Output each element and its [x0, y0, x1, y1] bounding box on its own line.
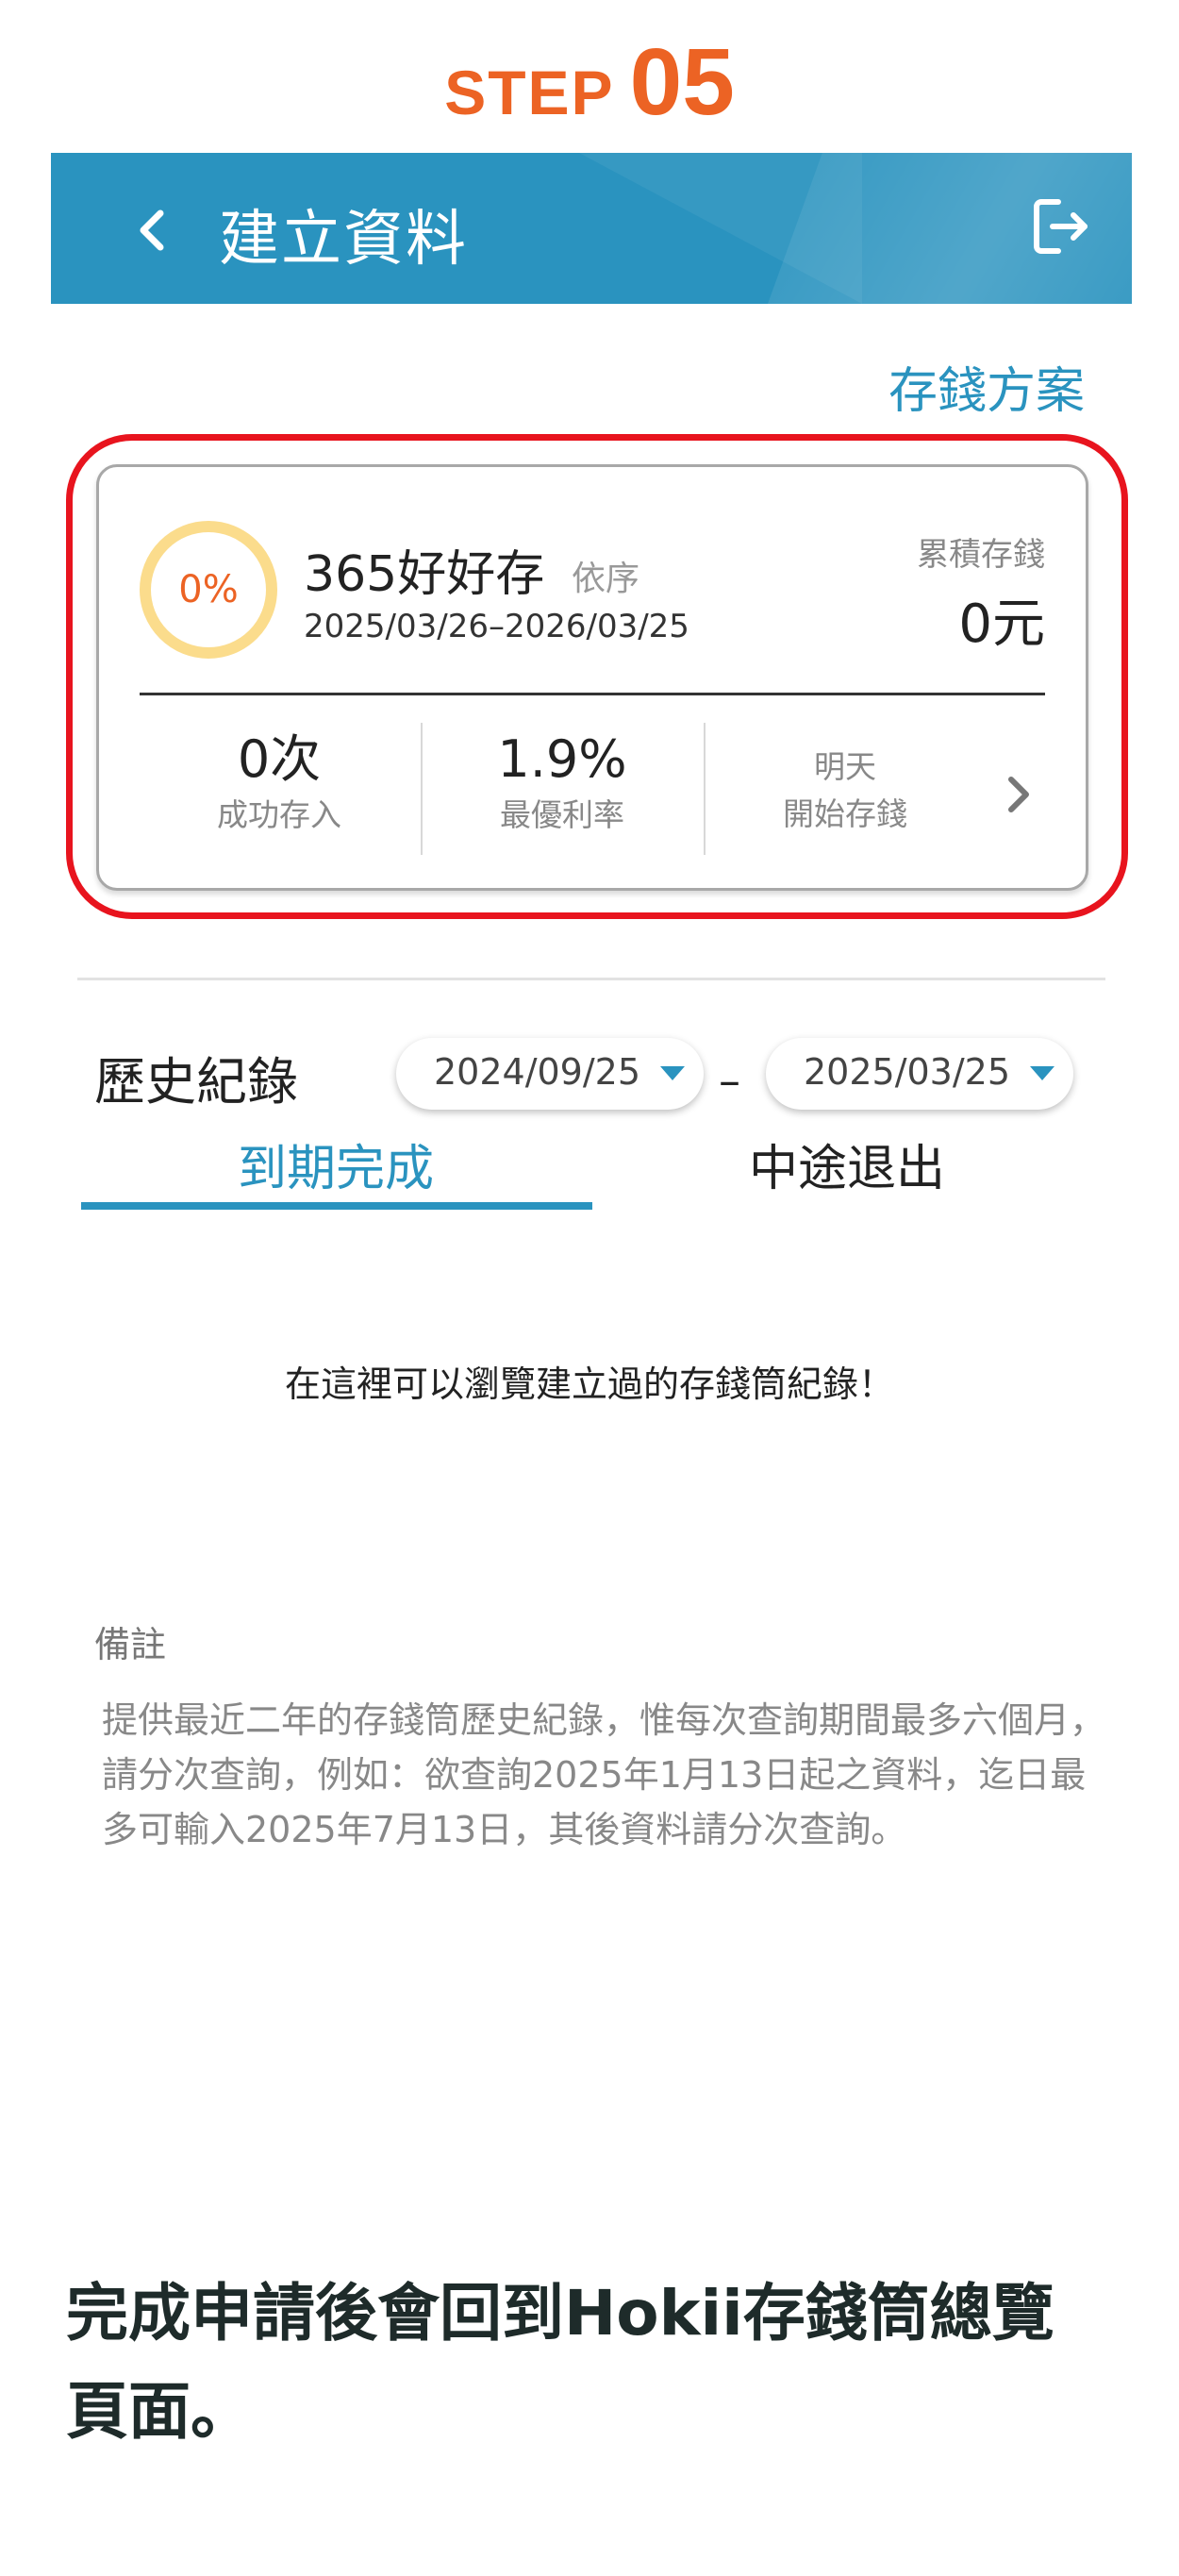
start-date-select[interactable]: 2024/09/25 — [396, 1038, 704, 1110]
accumulated-label: 累積存錢 — [917, 536, 1045, 574]
tab-active-indicator — [81, 1202, 592, 1210]
start-info: 明天 開始存錢 — [704, 744, 987, 838]
card-detail-button[interactable] — [1000, 766, 1038, 823]
date-separator: – — [719, 1055, 740, 1106]
logout-icon — [1034, 199, 1088, 254]
progress-ring: 0% — [140, 521, 277, 659]
tab-completed[interactable]: 到期完成 — [81, 1129, 590, 1199]
end-date-value: 2025/03/25 — [804, 1051, 1011, 1093]
note-body: 提供最近二年的存錢筒歷史紀錄，惟每次查詢期間最多六個月，請分次查詢，例如：欲查詢… — [102, 1699, 1106, 1850]
card-divider — [140, 693, 1045, 695]
step-word: STEP — [444, 58, 615, 127]
caret-down-icon — [1030, 1066, 1054, 1080]
app-header: 建立資料 — [51, 153, 1132, 304]
tab-withdrawn[interactable]: 中途退出 — [592, 1129, 1102, 1199]
caption-text: 完成申請後會回到Hokii存錢筒總覽頁面。 — [66, 2277, 1054, 2448]
chevron-right-icon — [1008, 777, 1029, 812]
start-date-value: 2024/09/25 — [434, 1051, 641, 1093]
savings-plan-link[interactable]: 存錢方案 — [888, 351, 1085, 422]
progress-percent: 0% — [178, 568, 239, 611]
stat-deposits: 0次 成功存入 — [138, 727, 421, 838]
note-title: 備註 — [94, 1624, 167, 1665]
empty-state-message: 在這裡可以瀏覽建立過的存錢筒紀錄！ — [284, 1363, 894, 1405]
logout-button[interactable] — [1022, 189, 1098, 264]
stat-value: 1.9% — [497, 729, 627, 789]
back-button[interactable] — [117, 192, 192, 268]
accumulated-value: 0元 — [958, 594, 1045, 655]
plan-order-tag: 依序 — [572, 560, 640, 598]
caret-down-icon — [660, 1066, 685, 1080]
history-label: 歷史紀錄 — [94, 1052, 298, 1112]
start-line-1: 明天 — [814, 748, 876, 785]
section-divider — [77, 978, 1105, 980]
step-number: 05 — [629, 29, 735, 135]
stat-label: 成功存入 — [217, 796, 341, 833]
end-date-select[interactable]: 2025/03/25 — [766, 1038, 1073, 1110]
start-line-2: 開始存錢 — [783, 795, 907, 832]
step-heading: STEP 05 — [0, 28, 1179, 137]
stat-rate: 1.9% 最優利率 — [421, 727, 704, 838]
chevron-left-icon — [140, 209, 164, 251]
page-title: 建立資料 — [219, 205, 468, 275]
stat-value: 0次 — [237, 729, 322, 789]
stat-label: 最優利率 — [500, 796, 624, 833]
plan-name: 365好好存 — [304, 546, 545, 603]
plan-date-range: 2025/03/26–2026/03/25 — [304, 608, 689, 645]
